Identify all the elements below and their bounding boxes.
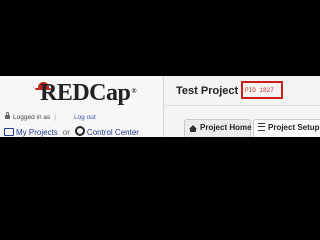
my-projects-link[interactable]: My Projects [16, 128, 58, 137]
pane-divider [163, 76, 164, 137]
logged-in-label: Logged in as [13, 114, 51, 121]
control-center-link[interactable]: Control Center [87, 128, 139, 137]
page-title: Test Project [176, 85, 239, 97]
title-divider [164, 105, 320, 106]
logo-text-cap: Cap [89, 80, 131, 106]
home-icon [189, 125, 197, 132]
my-projects-icon [4, 128, 14, 136]
tab-project-setup[interactable]: Project Setup [253, 119, 320, 137]
or-label: or [62, 128, 70, 137]
gear-icon [74, 126, 85, 136]
logo-text-red: RED [40, 80, 90, 106]
redcap-logo[interactable]: REDCap® [40, 80, 137, 106]
nav-links: My Projects or Control Center [4, 125, 139, 137]
redcap-header: REDCap® Logged in as | Log out My Projects… [0, 76, 320, 137]
separator: | [54, 114, 56, 121]
sidebar-header: REDCap® Logged in as | Log out My Projects… [0, 76, 163, 137]
list-icon [258, 123, 265, 131]
login-status: Logged in as | Log out [5, 112, 96, 122]
logo-registered-mark: ® [131, 87, 137, 95]
project-id-badge: PID 1827 [245, 87, 274, 94]
logout-link[interactable]: Log out [74, 114, 96, 121]
tab-project-setup-label: Project Setup [268, 123, 320, 132]
tab-project-home-label: Project Home [200, 123, 252, 132]
lock-icon [5, 112, 10, 119]
tab-project-home[interactable]: Project Home [184, 119, 252, 137]
